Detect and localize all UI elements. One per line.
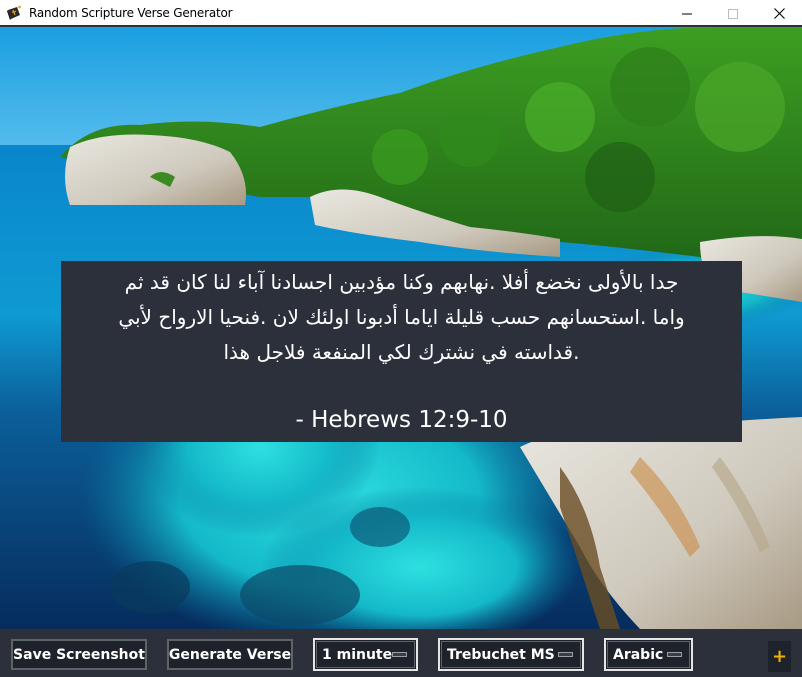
- plus-icon: +: [771, 646, 788, 667]
- minimize-button[interactable]: [664, 0, 710, 26]
- language-dropdown[interactable]: Arabic: [604, 638, 693, 671]
- verse-line: .قداسته في نشترك لكي المنفعة فلاجل هذا: [223, 340, 580, 364]
- verse-reference: - Hebrews 12:9-10: [295, 407, 508, 433]
- verse-line: واما .استحسانهم حسب قليلة اياما أدبونا ا…: [118, 305, 685, 329]
- minimize-icon: [682, 4, 692, 23]
- window-title: Random Scripture Verse Generator: [29, 5, 233, 20]
- dropdown-indicator-icon: [667, 652, 682, 657]
- interval-selected-value: 1 minute: [322, 646, 393, 663]
- verse-panel: جدا بالأولى نخضع أفلا .نهابهم وكنا مؤدبي…: [61, 261, 742, 442]
- language-selected-value: Arabic: [613, 646, 664, 663]
- maximize-button[interactable]: [710, 0, 756, 26]
- app-window: Random Scripture Verse Generator جدا بال…: [0, 0, 802, 677]
- bible-book-icon: [6, 5, 22, 21]
- generate-verse-button[interactable]: Generate Verse: [167, 639, 293, 670]
- dropdown-indicator-icon: [392, 652, 407, 657]
- window-controls: [664, 0, 802, 26]
- bottom-toolbar: Save Screenshot Generate Verse 1 minute …: [0, 629, 802, 677]
- close-button[interactable]: [756, 0, 802, 26]
- title-bar[interactable]: Random Scripture Verse Generator: [0, 0, 802, 26]
- font-dropdown[interactable]: Trebuchet MS: [438, 638, 584, 671]
- save-screenshot-button[interactable]: Save Screenshot: [11, 639, 147, 670]
- verse-line: جدا بالأولى نخضع أفلا .نهابهم وكنا مؤدبي…: [124, 270, 679, 294]
- close-icon: [773, 4, 785, 23]
- add-button[interactable]: +: [768, 641, 791, 672]
- verse-text: جدا بالأولى نخضع أفلا .نهابهم وكنا مؤدبي…: [71, 265, 732, 370]
- dropdown-indicator-icon: [558, 652, 573, 657]
- maximize-icon: [728, 4, 738, 23]
- font-selected-value: Trebuchet MS: [447, 646, 555, 663]
- interval-dropdown[interactable]: 1 minute: [313, 638, 418, 671]
